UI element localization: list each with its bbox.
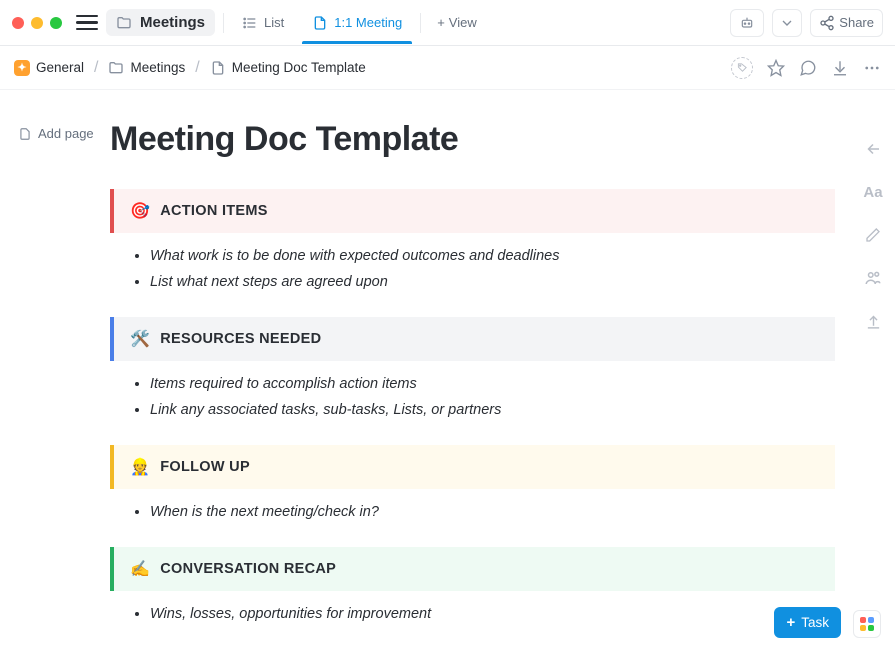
list-item[interactable]: Items required to accomplish action item… [150,371,835,397]
export-button[interactable] [831,59,849,77]
breadcrumb-actions [731,57,881,79]
section-action-items[interactable]: 🎯 ACTION ITEMS [110,189,835,233]
download-icon [831,59,849,77]
list-item[interactable]: Link any associated tasks, sub-tasks, Li… [150,397,835,423]
tag-button[interactable] [731,57,753,79]
topbar-right: Share [730,9,883,37]
crumb-meetings[interactable]: Meetings [108,60,185,76]
apps-button[interactable] [853,610,881,638]
add-view-label: View [449,15,477,30]
robot-icon [739,15,755,31]
plus-icon: + [437,15,445,30]
more-icon [863,59,881,77]
crumb-meetings-label: Meetings [130,60,185,75]
space-badge: ✦ [14,60,30,76]
tab-list-label: List [264,15,284,30]
document-content: Add page Meeting Doc Template 🎯 ACTION I… [0,90,895,654]
tab-list[interactable]: List [232,3,294,43]
topbar: Meetings List 1:1 Meeting + View Share [0,0,895,46]
share-label: Share [839,15,874,30]
section-resources-heading: RESOURCES NEEDED [160,331,321,347]
list-item[interactable]: What work is to be done with expected ou… [150,243,835,269]
section-recap[interactable]: ✍️ CONVERSATION RECAP [110,547,835,591]
typography-button[interactable]: Aa [861,184,885,201]
add-page-icon [18,127,32,141]
close-window[interactable] [12,17,24,29]
action-items-list[interactable]: What work is to be done with expected ou… [110,237,835,317]
tools-icon: 🛠️ [130,329,150,349]
favorite-button[interactable] [767,59,785,77]
share-button[interactable]: Share [810,9,883,37]
section-action-heading: ACTION ITEMS [160,203,268,219]
worker-icon: 👷 [130,457,150,477]
breadcrumb-separator: / [94,59,98,77]
comment-button[interactable] [799,59,817,77]
window-controls [12,17,62,29]
chat-icon [799,59,817,77]
resources-list[interactable]: Items required to accomplish action item… [110,365,835,445]
pencil-icon [865,227,881,243]
document-icon [210,60,226,76]
tab-meeting[interactable]: 1:1 Meeting [302,3,412,43]
arrow-left-icon [864,140,882,158]
crumb-general-label: General [36,60,84,75]
chevron-down-icon [779,15,795,31]
folder-name: Meetings [140,14,205,31]
dropdown-button[interactable] [772,9,802,37]
tab-meeting-label: 1:1 Meeting [334,15,402,30]
crumb-current-label: Meeting Doc Template [232,60,366,75]
task-button-label: Task [801,615,829,630]
list-item[interactable]: When is the next meeting/check in? [150,499,835,525]
edit-button[interactable] [861,227,885,243]
crumb-general[interactable]: ✦ General [14,60,84,76]
add-page-label: Add page [38,126,94,141]
upload-icon [865,313,882,330]
right-rail: Aa [861,140,885,330]
folder-icon [108,60,124,76]
follow-up-list[interactable]: When is the next meeting/check in? [110,493,835,547]
folder-icon [116,15,132,31]
document-icon [312,15,328,31]
share-icon [819,15,835,31]
folder-chip[interactable]: Meetings [106,9,215,36]
crumb-current[interactable]: Meeting Doc Template [210,60,366,76]
section-follow-up[interactable]: 👷 FOLLOW UP [110,445,835,489]
target-icon: 🎯 [130,201,150,221]
list-item[interactable]: Wins, losses, opportunities for improvem… [150,601,835,627]
add-page-button[interactable]: Add page [18,126,94,141]
section-recap-heading: CONVERSATION RECAP [160,561,336,577]
plus-icon: + [786,614,795,631]
divider [223,13,224,33]
section-resources[interactable]: 🛠️ RESOURCES NEEDED [110,317,835,361]
divider [420,13,421,33]
apps-grid-icon [860,617,874,631]
minimize-window[interactable] [31,17,43,29]
maximize-window[interactable] [50,17,62,29]
collaborators-button[interactable] [861,269,885,287]
list-icon [242,15,258,31]
page-title[interactable]: Meeting Doc Template [110,120,835,159]
tag-icon [737,62,748,73]
create-task-button[interactable]: + Task [774,607,841,638]
star-icon [767,59,785,77]
people-icon [864,269,882,287]
automation-button[interactable] [730,9,764,37]
recap-list[interactable]: Wins, losses, opportunities for improvem… [110,595,835,649]
menu-toggle-icon[interactable] [76,12,98,34]
more-button[interactable] [863,59,881,77]
section-follow-heading: FOLLOW UP [160,459,250,475]
breadcrumb-bar: ✦ General / Meetings / Meeting Doc Templ… [0,46,895,90]
list-item[interactable]: List what next steps are agreed upon [150,269,835,295]
breadcrumb-separator: / [195,59,199,77]
writing-icon: ✍️ [130,559,150,579]
add-view-button[interactable]: + View [429,11,485,34]
collapse-button[interactable] [861,140,885,158]
upload-button[interactable] [861,313,885,330]
